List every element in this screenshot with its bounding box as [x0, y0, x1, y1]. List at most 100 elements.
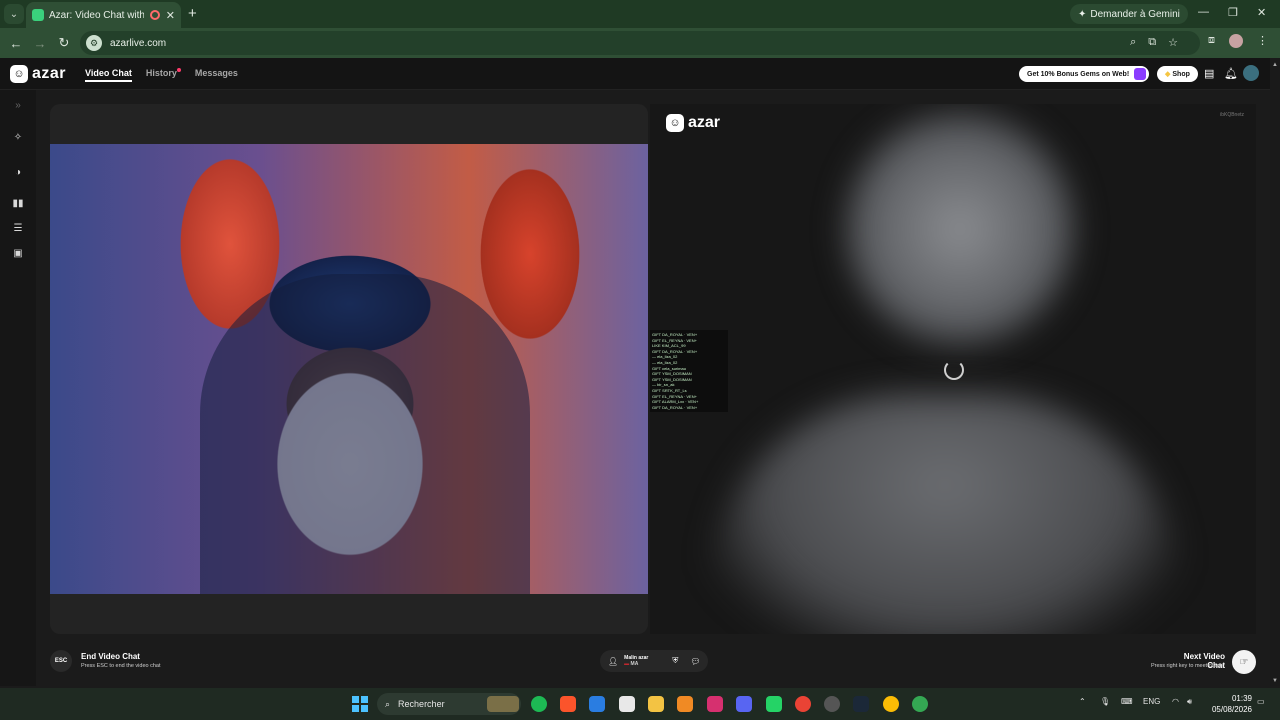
expand-sidebar-icon[interactable]: » [11, 100, 25, 114]
shop-label: Shop [1172, 70, 1190, 78]
user-icon: 👤︎ [608, 656, 619, 666]
flag-icon: ▬ [624, 661, 630, 667]
chat-bubble-icon[interactable]: 💬︎ [690, 657, 700, 666]
notification-dot [176, 68, 181, 72]
partner-country: MA [630, 661, 639, 667]
profile-avatar[interactable] [1229, 34, 1243, 48]
restore-button[interactable]: ❐ [1228, 6, 1238, 19]
overlay-line: GIFT DA_ROYAL · VEN+ [652, 404, 698, 410]
instagram-icon[interactable] [707, 696, 723, 712]
partner-info: Malin azar ▬ MA [624, 655, 648, 667]
volume-icon[interactable]: 🔊︎ [1187, 697, 1192, 707]
chrome-icon[interactable] [795, 696, 811, 712]
tab-history[interactable]: History [146, 68, 181, 82]
tab-video-chat[interactable]: Video Chat [85, 68, 132, 82]
effects-icon[interactable]: ◑ [11, 167, 25, 181]
partner-logo-text: azar [688, 114, 721, 131]
address-bar[interactable]: ⚙ azarlive.com ⌕ ⧉ ☆ [80, 31, 1200, 55]
chrome-active-icon[interactable] [912, 696, 928, 712]
page-scrollbar[interactable]: ▲ ▼ [1270, 58, 1280, 686]
keyboard-icon[interactable]: ⌨ [1121, 697, 1133, 706]
tab-search-button[interactable]: ⌄ [4, 4, 24, 24]
browser-toolbar: ← → ↻ ⚙ azarlive.com ⌕ ⧉ ☆ ⧈ ⋮ [0, 28, 1280, 58]
azar-logo[interactable]: ☺ azar [10, 65, 66, 83]
minimize-button[interactable]: — [1198, 6, 1209, 18]
gift-icon [1134, 68, 1147, 80]
extensions-icon[interactable]: ⧈ [1208, 34, 1215, 48]
spotify-icon[interactable] [531, 696, 547, 712]
tab-messages[interactable]: Messages [195, 68, 238, 82]
scroll-down-icon[interactable]: ▼ [1270, 678, 1280, 684]
bell-icon[interactable]: 🔔︎ [1224, 67, 1238, 80]
new-tab-button[interactable]: + [188, 5, 197, 22]
magic-wand-icon[interactable]: ✧ [11, 132, 25, 146]
layout-side-by-side-icon[interactable]: ▮▮ [11, 198, 25, 212]
azar-logo-icon: ☺ [666, 114, 684, 132]
window-close-button[interactable]: ✕ [1257, 6, 1266, 19]
cast-icon[interactable]: ⧉ [1148, 36, 1156, 49]
blurred-partner-head [840, 104, 1080, 354]
next-chat-button[interactable]: ☞ [1232, 650, 1256, 674]
brave-icon[interactable] [560, 696, 576, 712]
obs-icon[interactable] [824, 696, 840, 712]
report-shield-icon[interactable]: ⛨ [672, 656, 678, 666]
app-header: ☺ azar Video Chat History Messages Get 1… [0, 58, 1280, 90]
back-icon[interactable]: ← [4, 36, 28, 51]
taskbar-search-label: Rechercher [398, 699, 445, 709]
blurred-partner-body [710, 394, 1180, 634]
partner-azar-logo: ☺ azar [666, 114, 720, 132]
vlc-icon[interactable] [677, 696, 693, 712]
bonus-gems-label: Get 10% Bonus Gems on Web! [1027, 70, 1130, 78]
self-camera-silhouette [200, 274, 530, 594]
tab-title: Azar: Video Chat with New [49, 9, 144, 21]
next-chat-hint: Press right key to meet others [1150, 663, 1224, 669]
bonus-gems-button[interactable]: Get 10% Bonus Gems on Web! [1019, 66, 1150, 82]
self-camera-feed [50, 144, 648, 594]
zoom-icon[interactable]: ⌕ [1130, 36, 1136, 49]
bookmark-star-icon[interactable]: ☆ [1168, 36, 1178, 49]
chevron-down-icon: ⌄ [9, 8, 19, 20]
partner-watermark-id: ibKQBnetz [1220, 112, 1244, 118]
forward-icon[interactable]: → [28, 36, 52, 51]
notification-center-icon[interactable]: ▭ [1257, 697, 1265, 706]
gem-icon: ◆ [1165, 71, 1171, 78]
menu-kebab-icon[interactable]: ⋮ [1257, 34, 1268, 48]
azar-favicon-icon [32, 9, 44, 21]
end-chat-button[interactable]: ESC [50, 650, 72, 672]
clock-date: 05/08/2026 [1211, 705, 1252, 714]
self-video-panel [50, 104, 648, 634]
gemini-label: Demander à Gemini [1090, 8, 1180, 20]
end-chat-hint: Press ESC to end the video chat [81, 663, 161, 669]
discord-icon[interactable] [736, 696, 752, 712]
tray-chevron-up-icon[interactable]: ⌃ [1079, 697, 1086, 706]
system-clock[interactable]: 01:39 05/08/2026 [1208, 693, 1252, 715]
tab-close-button[interactable]: ✕ [166, 9, 175, 22]
profile-avatar[interactable] [1243, 65, 1259, 81]
azar-logo-icon: ☺ [10, 65, 28, 83]
layout-pip-icon[interactable]: ▣ [11, 248, 25, 262]
recording-icon [149, 10, 160, 20]
reload-icon[interactable]: ↻ [52, 35, 76, 51]
gemini-star-icon: ✦ [1078, 8, 1087, 20]
scroll-up-icon[interactable]: ▲ [1270, 62, 1280, 68]
stream-event-overlay: GIFT DA_ROYAL · VEN+ GIFT EL_REYNA · VEN+… [650, 330, 728, 412]
defender-icon[interactable] [589, 696, 605, 712]
microphone-icon[interactable]: 🎙︎ [1100, 697, 1110, 706]
site-info-icon[interactable]: ⚙ [86, 35, 102, 51]
wifi-icon[interactable]: ◠ [1172, 697, 1179, 706]
video-chat-area: ☺ azar ibKQBnetz GIFT DA_ROYAL · VEN+ GIF… [36, 90, 1270, 686]
inbox-icon[interactable]: ▤ [1204, 67, 1214, 80]
steam-icon[interactable] [853, 696, 869, 712]
whatsapp-icon[interactable] [766, 696, 782, 712]
store-icon[interactable] [619, 696, 635, 712]
file-explorer-icon[interactable] [648, 696, 664, 712]
taskbar-search[interactable]: ⌕ Rechercher [377, 693, 521, 715]
clock-time: 01:39 [1231, 694, 1252, 703]
chrome-profile-icon[interactable] [883, 696, 899, 712]
windows-start-icon[interactable] [352, 696, 368, 712]
layout-stacked-icon[interactable]: ☰ [11, 223, 25, 237]
browser-tab-azar[interactable]: Azar: Video Chat with New ✕ [26, 2, 181, 28]
gemini-button[interactable]: ✦ Demander à Gemini [1070, 4, 1188, 24]
language-indicator[interactable]: ENG [1143, 697, 1160, 706]
shop-button[interactable]: ◆ Shop [1157, 66, 1198, 82]
